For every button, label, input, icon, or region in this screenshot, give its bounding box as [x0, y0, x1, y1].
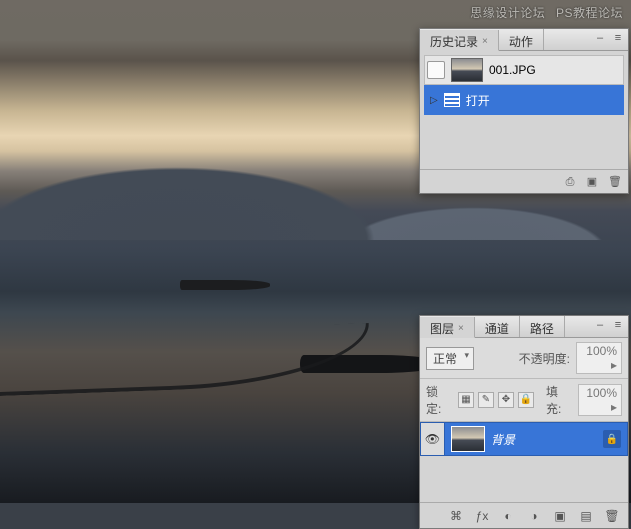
menu-icon[interactable]: ≡ [612, 32, 624, 44]
history-step-row[interactable]: ▷ 打开 [424, 85, 624, 115]
history-thumbnail [451, 58, 483, 82]
new-icon[interactable]: ▣ [586, 176, 598, 188]
watermark: 思缘设计论坛 PS教程论坛 [470, 4, 623, 21]
panel-header: 历史记录 × 动作 – ≡ [420, 29, 628, 51]
opacity-input[interactable]: 100% ▸ [576, 342, 622, 374]
history-source-row[interactable]: 001.JPG [424, 55, 624, 85]
adjust-icon[interactable]: ◑ [526, 508, 542, 524]
tab-channels[interactable]: 通道 [475, 316, 520, 337]
new-icon[interactable]: ▤ [578, 508, 594, 524]
tab-paths[interactable]: 路径 [520, 316, 565, 337]
history-empty-area [424, 115, 624, 165]
history-brush-icon[interactable] [427, 61, 445, 79]
group-icon[interactable]: ▣ [552, 508, 568, 524]
lock-all-icon[interactable]: 🔒 [518, 392, 534, 408]
layer-name[interactable]: 背景 [491, 431, 603, 448]
lock-image-icon[interactable]: ✎ [478, 392, 494, 408]
close-icon[interactable]: × [482, 36, 488, 47]
lock-fill-row: 锁定: ▦ ✎ ✥ 🔒 填充: 100% ▸ [420, 379, 628, 422]
camera-icon[interactable]: ⎙ [564, 176, 576, 188]
panel-header: 图层 × 通道 路径 – ≡ [420, 316, 628, 338]
minimize-icon[interactable]: – [594, 32, 606, 44]
layer-thumbnail[interactable] [451, 426, 485, 452]
tab-label: 动作 [509, 33, 533, 50]
watermark-text: 思缘设计论坛 [470, 6, 545, 20]
history-body: 001.JPG ▷ 打开 [420, 51, 628, 169]
link-icon[interactable]: ⌘ [448, 508, 464, 524]
tab-label: 通道 [485, 320, 509, 337]
lock-transparent-icon[interactable]: ▦ [458, 392, 474, 408]
lock-label: 锁定: [426, 383, 452, 417]
tab-actions[interactable]: 动作 [499, 29, 544, 50]
fill-input[interactable]: 100% ▸ [578, 384, 622, 416]
tab-label: 图层 [430, 320, 454, 337]
opacity-label: 不透明度: [519, 350, 570, 367]
layers-footer: ⌘ ƒx ◐ ◑ ▣ ▤ 🗑 [420, 502, 628, 528]
trash-icon[interactable]: 🗑 [604, 508, 620, 524]
layer-list: 👁 背景 🔒 [420, 422, 628, 502]
fx-icon[interactable]: ƒx [474, 508, 490, 524]
tab-label: 路径 [530, 320, 554, 337]
opacity-value: 100% [586, 344, 617, 358]
history-panel: 历史记录 × 动作 – ≡ 001.JPG ▷ 打开 ⎙ ▣ 🗑 [419, 28, 629, 194]
minimize-icon[interactable]: – [594, 319, 606, 331]
play-icon: ▷ [430, 95, 438, 106]
tab-layers[interactable]: 图层 × [420, 317, 475, 338]
lock-position-icon[interactable]: ✥ [498, 392, 514, 408]
blend-mode-value: 正常 [433, 352, 457, 366]
visibility-eye-icon[interactable]: 👁 [421, 423, 445, 455]
layer-row[interactable]: 👁 背景 🔒 [420, 422, 628, 456]
open-step-icon [444, 93, 460, 107]
history-step-label: 打开 [466, 92, 490, 109]
menu-icon[interactable]: ≡ [612, 319, 624, 331]
blend-opacity-row: 正常 不透明度: 100% ▸ [420, 338, 628, 379]
tab-history[interactable]: 历史记录 × [420, 30, 499, 51]
watermark-text: PS教程论坛 [556, 6, 623, 20]
trash-icon[interactable]: 🗑 [608, 176, 620, 188]
tab-label: 历史记录 [430, 33, 478, 50]
close-icon[interactable]: × [458, 323, 464, 334]
history-footer: ⎙ ▣ 🗑 [420, 169, 628, 193]
fill-value: 100% [586, 386, 617, 400]
mask-icon[interactable]: ◐ [500, 508, 516, 524]
boat-shape [180, 280, 270, 290]
fill-label: 填充: [546, 383, 572, 417]
blend-mode-select[interactable]: 正常 [426, 347, 474, 370]
lock-icon: 🔒 [603, 430, 621, 448]
layers-panel: 图层 × 通道 路径 – ≡ 正常 不透明度: 100% ▸ 锁定: ▦ ✎ ✥… [419, 315, 629, 529]
history-filename: 001.JPG [489, 63, 536, 77]
